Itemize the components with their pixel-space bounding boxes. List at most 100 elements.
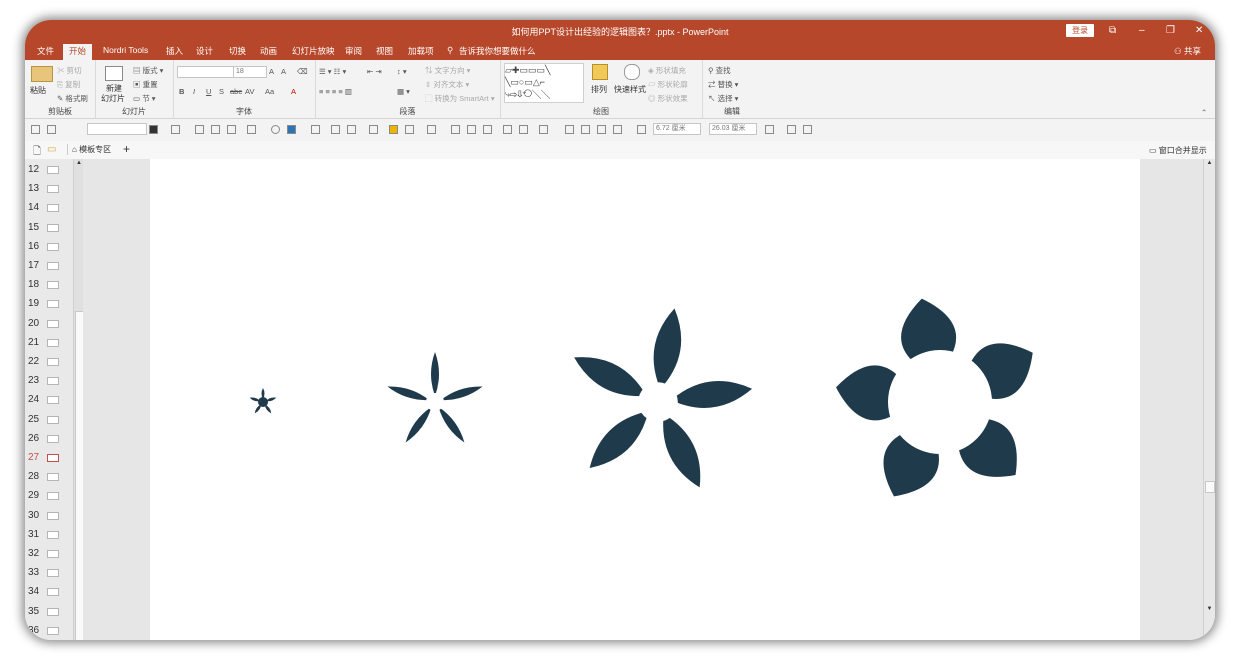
shape-width-input[interactable]: 6.72 厘米 <box>653 123 701 135</box>
bullets-icon[interactable]: ☰ ▾ ☷ ▾ <box>319 67 346 76</box>
color-swatch-icon[interactable] <box>287 125 296 134</box>
slide-thumbnail-15[interactable]: 15 <box>25 219 73 238</box>
login-button[interactable]: 登录 <box>1066 24 1094 37</box>
rectangle-icon[interactable] <box>581 125 590 134</box>
tab-insert[interactable]: 插入 <box>166 45 183 57</box>
slide-thumb-image[interactable] <box>47 434 59 443</box>
lock-icon[interactable] <box>31 125 40 134</box>
slide-thumbnail-18[interactable]: 18 <box>25 276 73 295</box>
slide-thumb-image[interactable] <box>47 319 59 328</box>
slide-thumb-image[interactable] <box>47 511 59 520</box>
tab-transitions[interactable]: 切换 <box>229 45 246 57</box>
format-painter-button[interactable]: ✎ 格式刷 <box>57 93 88 104</box>
pencil-icon[interactable] <box>369 125 378 134</box>
tab-review[interactable]: 审阅 <box>345 45 362 57</box>
shapes-gallery[interactable]: ▱✚▭▭▭╲ ╲▭○▭△⌐ ⤷⇨⇩⟲╲╲ <box>504 63 584 103</box>
slide-thumb-image[interactable] <box>47 588 59 597</box>
slide-thumb-image[interactable] <box>47 377 59 386</box>
tab-addins[interactable]: 加载项 <box>408 45 434 57</box>
indent-icon[interactable]: ⇤ ⇥ <box>367 67 382 76</box>
resize-icon[interactable] <box>467 125 476 134</box>
slide-thumb-image[interactable] <box>47 223 59 232</box>
shape-effects-button[interactable]: ◎ 形状效果 <box>648 93 688 104</box>
shadow-button[interactable]: S <box>219 87 224 96</box>
group-objects-icon[interactable] <box>539 125 548 134</box>
eyedropper-icon[interactable] <box>195 125 204 134</box>
char-spacing-button[interactable]: AV <box>245 87 254 96</box>
slide-thumb-image[interactable] <box>47 454 59 462</box>
ribbon-display-icon[interactable]: ⧉ <box>1109 25 1116 36</box>
cut-button[interactable]: ✂ 剪切 <box>57 65 82 76</box>
restore-icon[interactable]: ❐ <box>1166 25 1175 36</box>
slide-thumbnail-21[interactable]: 21 <box>25 334 73 353</box>
template-zone-tab[interactable]: ⌂ 模板专区 <box>67 144 111 155</box>
tab-slideshow[interactable]: 幻灯片放映 <box>292 45 335 57</box>
bold-button[interactable]: B <box>179 87 184 96</box>
slide-thumbnail-22[interactable]: 22 <box>25 353 73 372</box>
change-case-button[interactable]: Aa <box>265 87 274 96</box>
smartart-button[interactable]: ⬚ 转换为 SmartArt ▾ <box>425 93 495 104</box>
select-pane-icon[interactable] <box>47 125 56 134</box>
undo-icon[interactable] <box>803 125 812 134</box>
layout-button[interactable]: ▤ 版式 ▾ <box>133 65 163 76</box>
slide-thumbnail-27[interactable]: 27 <box>25 449 73 468</box>
text-fill-icon[interactable] <box>149 125 158 134</box>
slide-thumb-image[interactable] <box>47 358 59 366</box>
font-effect-icon[interactable] <box>171 125 180 134</box>
slide-thumbnail-14[interactable]: 14 <box>25 199 73 218</box>
slide-thumbnail-20[interactable]: 20 <box>25 315 73 334</box>
slide-thumbnail-16[interactable]: 16 <box>25 238 73 257</box>
slide-thumb-image[interactable] <box>47 204 59 213</box>
arrange-button[interactable]: 排列 <box>591 84 607 95</box>
new-slide-icon[interactable] <box>105 66 123 81</box>
slide-thumb-image[interactable] <box>47 396 59 405</box>
slide-thumbnail-17[interactable]: 17 <box>25 257 73 276</box>
slide-thumbnail-30[interactable]: 30 <box>25 507 73 526</box>
slide-thumb-image[interactable] <box>47 166 59 174</box>
line-spacing-icon[interactable]: ↕ ▾ <box>397 67 407 76</box>
slide-thumbnail-13[interactable]: 13 <box>25 180 73 199</box>
grow-font-button[interactable]: A <box>269 67 274 76</box>
slide-thumbnail-24[interactable]: 24 <box>25 391 73 410</box>
align-objects-icon[interactable] <box>519 125 528 134</box>
merge-window-button[interactable]: ▭ 窗口合并显示 <box>1149 145 1207 156</box>
slide-thumb-image[interactable] <box>47 626 59 635</box>
slide-thumb-image[interactable] <box>47 242 59 251</box>
shape-style-icon[interactable] <box>405 125 414 134</box>
slide-scrollbar[interactable]: ▲ ▼ <box>1203 159 1215 640</box>
reset-button[interactable]: ▣ 重置 <box>133 79 158 90</box>
merge-shapes-icon[interactable] <box>503 125 512 134</box>
rotate-icon[interactable] <box>765 125 774 134</box>
pen-icon[interactable] <box>331 125 340 134</box>
scroll-up-arrow-icon[interactable]: ▲ <box>1205 159 1214 168</box>
scroll-down-arrow-icon[interactable]: ▼ <box>1205 605 1214 614</box>
slide-thumb-image[interactable] <box>47 415 59 424</box>
font-name-input[interactable] <box>177 66 235 78</box>
slide-thumbnail-36[interactable]: 36 <box>25 622 73 640</box>
quick-styles-icon[interactable] <box>624 64 640 80</box>
columns-icon[interactable]: ▦ ▾ <box>397 87 410 96</box>
slide-canvas[interactable] <box>150 159 1140 640</box>
paste-button[interactable]: 粘贴 <box>30 85 46 96</box>
effects-toolbar-icon[interactable] <box>427 125 436 134</box>
align-text-button[interactable]: ⇳ 对齐文本 ▾ <box>425 79 469 90</box>
section-button[interactable]: ▭ 节 ▾ <box>133 93 156 104</box>
text-direction-button[interactable]: ⇅ 文字方向 ▾ <box>425 65 470 76</box>
slide-thumb-image[interactable] <box>47 300 59 309</box>
slide-thumbnail-31[interactable]: 31 <box>25 526 73 545</box>
share-button[interactable]: ⚇ 共享 <box>1174 45 1201 57</box>
slide-thumbnail-19[interactable]: 19 <box>25 295 73 314</box>
quick-styles-button[interactable]: 快速样式 <box>614 84 646 95</box>
window-icon[interactable] <box>613 125 622 134</box>
tab-view[interactable]: 视图 <box>376 45 393 57</box>
tab-design[interactable]: 设计 <box>196 45 213 57</box>
fill-bucket-icon[interactable] <box>311 125 320 134</box>
flower-3[interactable] <box>574 308 753 488</box>
slide-thumb-image[interactable] <box>47 473 59 482</box>
search-icon[interactable]: ⚲ <box>447 45 453 56</box>
tab-animations[interactable]: 动画 <box>260 45 277 57</box>
collapse-ribbon-icon[interactable]: ⌃ <box>1201 108 1207 117</box>
slide-thumbnail-34[interactable]: 34 <box>25 583 73 602</box>
slide-thumbnail-28[interactable]: 28 <box>25 468 73 487</box>
close-icon[interactable]: ✕ <box>1195 25 1203 36</box>
